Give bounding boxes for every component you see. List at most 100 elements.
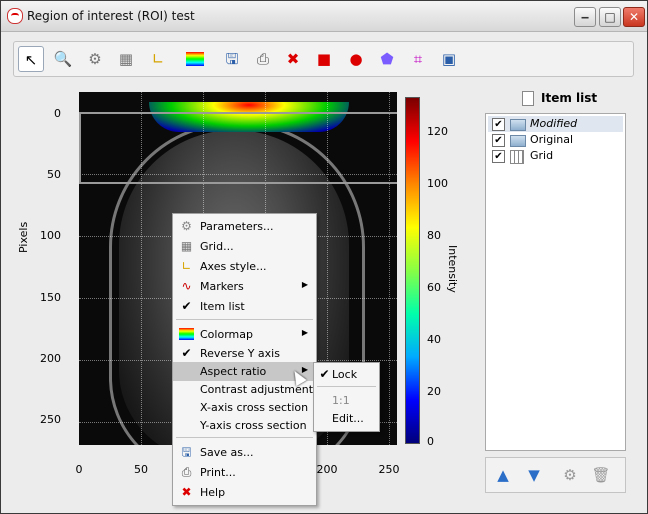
menu-label: Grid... [200, 240, 234, 253]
menu-item-grid[interactable]: ▦ Grid... [173, 237, 316, 256]
lifebuoy-icon: ✖ [286, 50, 300, 68]
delete-item-button[interactable]: 🗑 [590, 464, 612, 486]
menu-item-parameters[interactable]: ⚙ Parameters... [173, 217, 316, 236]
ellipse-roi-tool[interactable]: ● [343, 46, 369, 72]
select-tool[interactable]: ↖ [18, 46, 44, 72]
menu-label: Print... [200, 466, 236, 479]
menu-label: Aspect ratio [200, 365, 267, 378]
grid-tool[interactable]: ▦ [113, 46, 139, 72]
crop-icon: ⌗ [413, 50, 423, 68]
menu-item-reverse-y-axis[interactable]: ✔ Reverse Y axis [173, 344, 316, 363]
colormap-tool[interactable] [182, 46, 208, 72]
polygon-roi-tool[interactable]: ⬟ [374, 46, 400, 72]
maximize-button[interactable]: □ [599, 7, 621, 27]
colorbar-tick: 100 [427, 177, 448, 190]
submenu-item-edit[interactable]: Edit... [314, 409, 379, 428]
submenu-arrow-icon: ▶ [301, 280, 308, 289]
menu-item-y-cross-section[interactable]: Y-axis cross section [173, 416, 316, 435]
menu-separator [176, 437, 313, 438]
list-item[interactable]: ✔ Original [488, 132, 623, 148]
colorbar-tick: 120 [427, 125, 448, 138]
grid-icon: ▦ [180, 239, 193, 253]
item-checkbox[interactable]: ✔ [492, 118, 505, 131]
move-down-button[interactable]: ▼ [523, 464, 545, 486]
menu-label: Lock [332, 368, 358, 381]
item-list: ✔ Modified ✔ Original ✔ Grid [485, 113, 626, 451]
menu-label: Save as... [200, 446, 254, 459]
colormap-icon [186, 52, 204, 66]
menu-label: 1:1 [332, 394, 350, 407]
floppy-icon: 🖫 [181, 445, 192, 459]
rectangle-roi-tool[interactable]: ■ [311, 46, 337, 72]
list-item[interactable]: ✔ Grid [488, 148, 623, 164]
menu-item-markers[interactable]: ∿ Markers ▶ [173, 277, 316, 296]
rectangle-roi-icon: ■ [316, 50, 332, 68]
colorbar-tick: 80 [427, 229, 441, 242]
y-tick: 0 [54, 107, 61, 120]
crop-tool[interactable]: ⌗ [405, 46, 431, 72]
lifebuoy-icon: ✖ [181, 485, 192, 499]
menu-item-axes-style[interactable]: ∟ Axes style... [173, 257, 316, 276]
check-icon: ✔ [181, 346, 192, 360]
colorbar-tick: 40 [427, 333, 441, 346]
gear-icon: ⚙ [563, 466, 577, 484]
floppy-icon: 🖫 [225, 50, 239, 68]
item-label: Modified [530, 117, 578, 130]
zoom-tool[interactable]: 🔍 [50, 46, 76, 72]
axes-icon: ∟ [151, 50, 165, 68]
menu-label: Item list [200, 300, 245, 313]
menu-item-item-list[interactable]: ✔ Item list [173, 297, 316, 316]
grid-icon: ▦ [118, 50, 134, 68]
item-checkbox[interactable]: ✔ [492, 134, 505, 147]
export-tool[interactable]: ▣ [436, 46, 462, 72]
colorbar-tick: 60 [427, 281, 441, 294]
context-menu: ⚙ Parameters... ▦ Grid... ∟ Axes style..… [172, 213, 317, 506]
image-item-icon [510, 135, 526, 147]
colormap-icon [178, 326, 195, 342]
close-button[interactable]: ✕ [623, 7, 645, 27]
item-parameters-button[interactable]: ⚙ [559, 464, 581, 486]
menu-label: Y-axis cross section [200, 419, 307, 432]
main-window: Region of interest (ROI) test ‒ □ ✕ ↖ 🔍 … [0, 0, 648, 514]
menu-item-x-cross-section[interactable]: X-axis cross section [173, 398, 316, 417]
menu-separator [176, 319, 313, 320]
item-checkbox[interactable]: ✔ [492, 150, 505, 163]
menu-label: Help [200, 486, 226, 499]
polygon-roi-icon: ⬟ [380, 50, 394, 68]
gear-icon: ⚙ [88, 50, 102, 68]
y-tick: 150 [40, 291, 61, 304]
help-tool[interactable]: ✖ [280, 46, 306, 72]
x-tick: 50 [134, 463, 148, 476]
menu-label: Colormap [200, 328, 253, 341]
menu-label: Reverse Y axis [200, 347, 280, 360]
x-tick: 0 [75, 463, 83, 476]
window-title: Region of interest (ROI) test [27, 9, 195, 23]
menu-item-colormap[interactable]: Colormap ▶ [173, 325, 316, 344]
menu-label: Parameters... [200, 220, 274, 233]
list-item[interactable]: ✔ Modified [488, 116, 623, 132]
menu-item-save-as[interactable]: 🖫 Save as... [173, 443, 316, 462]
y-tick: 250 [40, 413, 61, 426]
parameters-tool[interactable]: ⚙ [82, 46, 108, 72]
trash-icon: 🗑 [591, 466, 611, 484]
gear-icon: ⚙ [181, 219, 192, 233]
move-up-button[interactable]: ▲ [492, 464, 514, 486]
save-tool[interactable]: 🖫 [219, 46, 245, 72]
check-icon: ✔ [319, 367, 330, 381]
submenu-arrow-icon: ▶ [301, 328, 308, 337]
menu-separator [317, 386, 376, 387]
arrow-up-icon: ▲ [497, 466, 509, 484]
print-tool[interactable]: ⎙ [250, 46, 276, 72]
y-tick: 200 [40, 352, 61, 365]
menu-label: Markers [200, 280, 244, 293]
menu-item-print[interactable]: ⎙ Print... [173, 463, 316, 482]
axes-tool[interactable]: ∟ [145, 46, 171, 72]
x-tick: 250 [378, 463, 400, 476]
y-tick: 100 [40, 229, 61, 242]
menu-label: X-axis cross section [200, 401, 309, 414]
arrow-cursor-icon: ↖ [24, 51, 38, 69]
minimize-button[interactable]: ‒ [574, 7, 596, 27]
roi-rectangle[interactable] [79, 112, 397, 184]
submenu-item-lock[interactable]: ✔ Lock [314, 365, 379, 384]
menu-item-help[interactable]: ✖ Help [173, 483, 316, 502]
